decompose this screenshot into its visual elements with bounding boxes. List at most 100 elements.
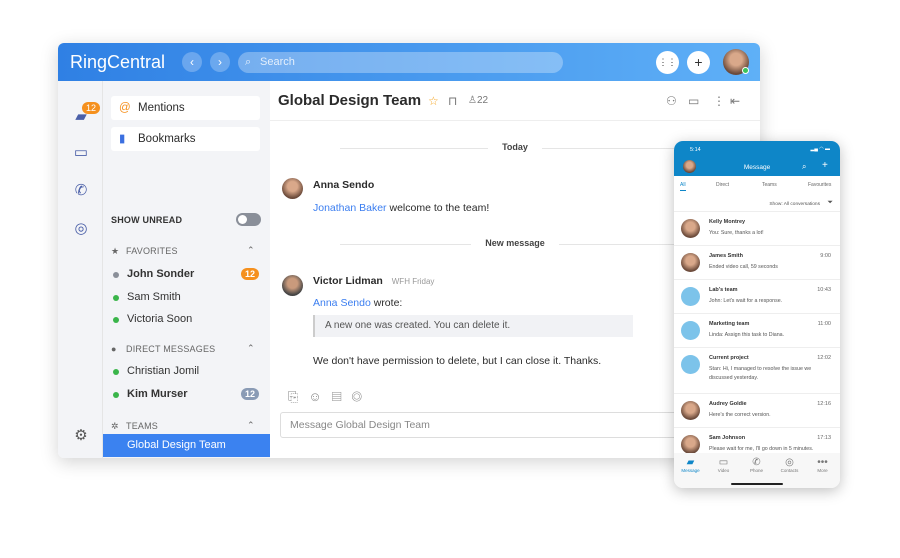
phone-icon: ✆ xyxy=(752,457,761,468)
chevron-up-icon: ⌃ xyxy=(247,245,255,255)
chat-header: Global Design Team ☆ ⊓ ♙22 ⚇ ▭ ⋮ ⇤ xyxy=(270,81,760,121)
conversation-item[interactable]: Audrey Goldie 12:16 Here's the correct v… xyxy=(674,393,840,427)
conversation-time: 12:02 xyxy=(817,355,831,361)
phone-icon[interactable]: ✆ xyxy=(71,181,91,199)
conversation-preview: You: Sure, thanks a lot! xyxy=(709,230,764,236)
conversation-name: Lab's team xyxy=(709,287,738,293)
quoted-message: A new one was created. You can delete it… xyxy=(313,315,633,337)
chevron-up-icon: ⌃ xyxy=(247,420,255,430)
author-name[interactable]: Victor Lidman xyxy=(313,275,383,287)
separator-label: Today xyxy=(488,142,542,152)
conversation-item[interactable]: Marketing team 11:00 Linda: Assign this … xyxy=(674,313,840,347)
search-input[interactable]: ⌕ Search xyxy=(238,52,563,73)
sidebar-item-christian-jomil[interactable]: Christian Jomil xyxy=(111,365,263,377)
person-icon: ● xyxy=(111,344,117,354)
filter-icon[interactable]: ⏷ xyxy=(827,199,833,207)
conversation-preview: Ended video call, 59 seconds xyxy=(709,264,778,270)
conversation-name: Kelly Montrey xyxy=(709,219,746,225)
separator-label: New message xyxy=(471,238,559,248)
settings-gear-icon[interactable]: ⚙ xyxy=(71,426,91,444)
tab-teams[interactable]: Teams xyxy=(762,182,777,188)
conversation-item[interactable]: Kelly Montrey You: Sure, thanks a lot! xyxy=(674,211,840,245)
mobile-bottom-nav: ▰ Message ▭ Video ✆ Phone ◎ Contacts ••• More xyxy=(674,453,840,488)
favorite-star-icon[interactable]: ☆ xyxy=(428,94,439,108)
video-icon[interactable]: ▭ xyxy=(71,143,91,161)
nav-phone[interactable]: ✆ Phone xyxy=(740,457,773,473)
mobile-title: Message xyxy=(743,164,771,171)
conversation-time: 10:43 xyxy=(817,287,831,293)
at-icon: @ xyxy=(119,102,131,114)
add-icon[interactable]: + xyxy=(822,160,828,171)
tab-all[interactable]: All xyxy=(680,182,686,191)
search-icon[interactable]: ⌕ xyxy=(802,162,806,172)
teams-header[interactable]: ✲ TEAMS ⌃ xyxy=(111,420,255,431)
conversation-name: James Smith xyxy=(709,253,743,259)
person-icon: ♙ xyxy=(468,95,477,106)
members-button[interactable]: ♙22 xyxy=(468,95,488,106)
mentions-button[interactable]: @ Mentions xyxy=(111,96,260,120)
presence-dot xyxy=(742,67,749,74)
dialpad-button[interactable]: ⋮⋮ xyxy=(656,51,679,74)
show-unread-toggle[interactable] xyxy=(236,213,261,226)
message-body: Anna Sendo wrote: xyxy=(313,297,402,309)
mention-link[interactable]: Jonathan Baker xyxy=(313,202,387,214)
avatar xyxy=(681,253,700,272)
team-icon: ✲ xyxy=(111,421,119,431)
sidebar-item-kim-murser[interactable]: Kim Murser 12 xyxy=(111,388,263,400)
conversation-time: 17:13 xyxy=(817,435,831,441)
conversation-preview: John: Let's wait for a response. xyxy=(709,298,783,304)
nav-video[interactable]: ▭ Video xyxy=(707,457,740,473)
sidebar-item-sam-smith[interactable]: Sam Smith xyxy=(111,291,263,303)
filter-label[interactable]: Show: All conversations xyxy=(769,202,820,207)
conversation-item[interactable]: Current project 12:02 Stan: Hi, I manage… xyxy=(674,347,840,393)
conversation-item[interactable]: James Smith 9:00 Ended video call, 59 se… xyxy=(674,245,840,279)
more-icon: ••• xyxy=(817,457,828,468)
attachment-icon[interactable]: ⎘ xyxy=(288,389,308,404)
tab-direct[interactable]: Direct xyxy=(716,182,729,188)
teams-label: TEAMS xyxy=(126,421,159,431)
forward-button[interactable]: › xyxy=(210,52,230,72)
collapse-panel-icon[interactable]: ⇤ xyxy=(730,94,740,108)
message-body: Jonathan Baker welcome to the team! xyxy=(313,202,489,214)
favorites-header[interactable]: ★ FAVORITES ⌃ xyxy=(111,245,255,256)
avatar[interactable] xyxy=(282,178,303,199)
conversation-name: Audrey Goldie xyxy=(709,401,747,407)
emoji-icon[interactable]: ☺ xyxy=(308,389,331,404)
avatar[interactable] xyxy=(282,275,303,296)
avatar xyxy=(681,401,700,420)
direct-messages-header[interactable]: ● DIRECT MESSAGES ⌃ xyxy=(111,343,255,354)
contacts-icon[interactable]: ◎ xyxy=(71,219,91,237)
lock-icon: ⊓ xyxy=(448,94,458,108)
conversation-item[interactable]: Lab's team 10:43 John: Let's wait for a … xyxy=(674,279,840,313)
video-call-icon[interactable]: ▭ xyxy=(688,94,699,108)
note-icon[interactable]: ▤ xyxy=(332,389,352,404)
nav-label: Video xyxy=(717,468,730,473)
more-options-icon[interactable]: ⋮ xyxy=(713,94,725,108)
search-placeholder: Search xyxy=(260,56,295,68)
nav-message[interactable]: ▰ Message xyxy=(674,457,707,473)
nav-label: More xyxy=(817,468,828,473)
nav-more[interactable]: ••• More xyxy=(806,457,839,473)
mention-link[interactable]: Anna Sendo xyxy=(313,297,371,309)
message-text: wrote: xyxy=(370,297,403,309)
star-icon: ★ xyxy=(111,246,120,256)
sidebar-item-victoria-soon[interactable]: Victoria Soon xyxy=(111,313,263,325)
item-label: Christian Jomil xyxy=(127,365,200,377)
author-name[interactable]: Anna Sendo xyxy=(313,179,374,191)
integrations-icon[interactable]: ⚇ xyxy=(666,94,677,108)
message-author: Victor Lidman WFH Friday xyxy=(313,275,434,287)
conversation-title: Global Design Team xyxy=(278,92,422,109)
task-icon[interactable]: ◎ xyxy=(352,389,372,404)
conversation-name: Sam Johnson xyxy=(709,435,746,441)
sidebar-item-global-design-team[interactable]: Global Design Team xyxy=(103,434,270,457)
item-label: Victoria Soon xyxy=(127,313,193,325)
team-icon xyxy=(681,321,700,340)
back-button[interactable]: ‹ xyxy=(182,52,202,72)
bookmark-icon: ▮ xyxy=(119,133,126,145)
sidebar-item-john-sonder[interactable]: John Sonder 12 xyxy=(111,268,263,280)
tab-favourites[interactable]: Favourites xyxy=(808,182,831,188)
mobile-app: 5:14 ▂▄ ◠ ▬ Message ⌕ + All Direct Teams… xyxy=(674,141,840,488)
nav-contacts[interactable]: ◎ Contacts xyxy=(773,457,806,473)
add-button[interactable]: + xyxy=(687,51,710,74)
bookmarks-button[interactable]: ▮ Bookmarks xyxy=(111,127,260,151)
